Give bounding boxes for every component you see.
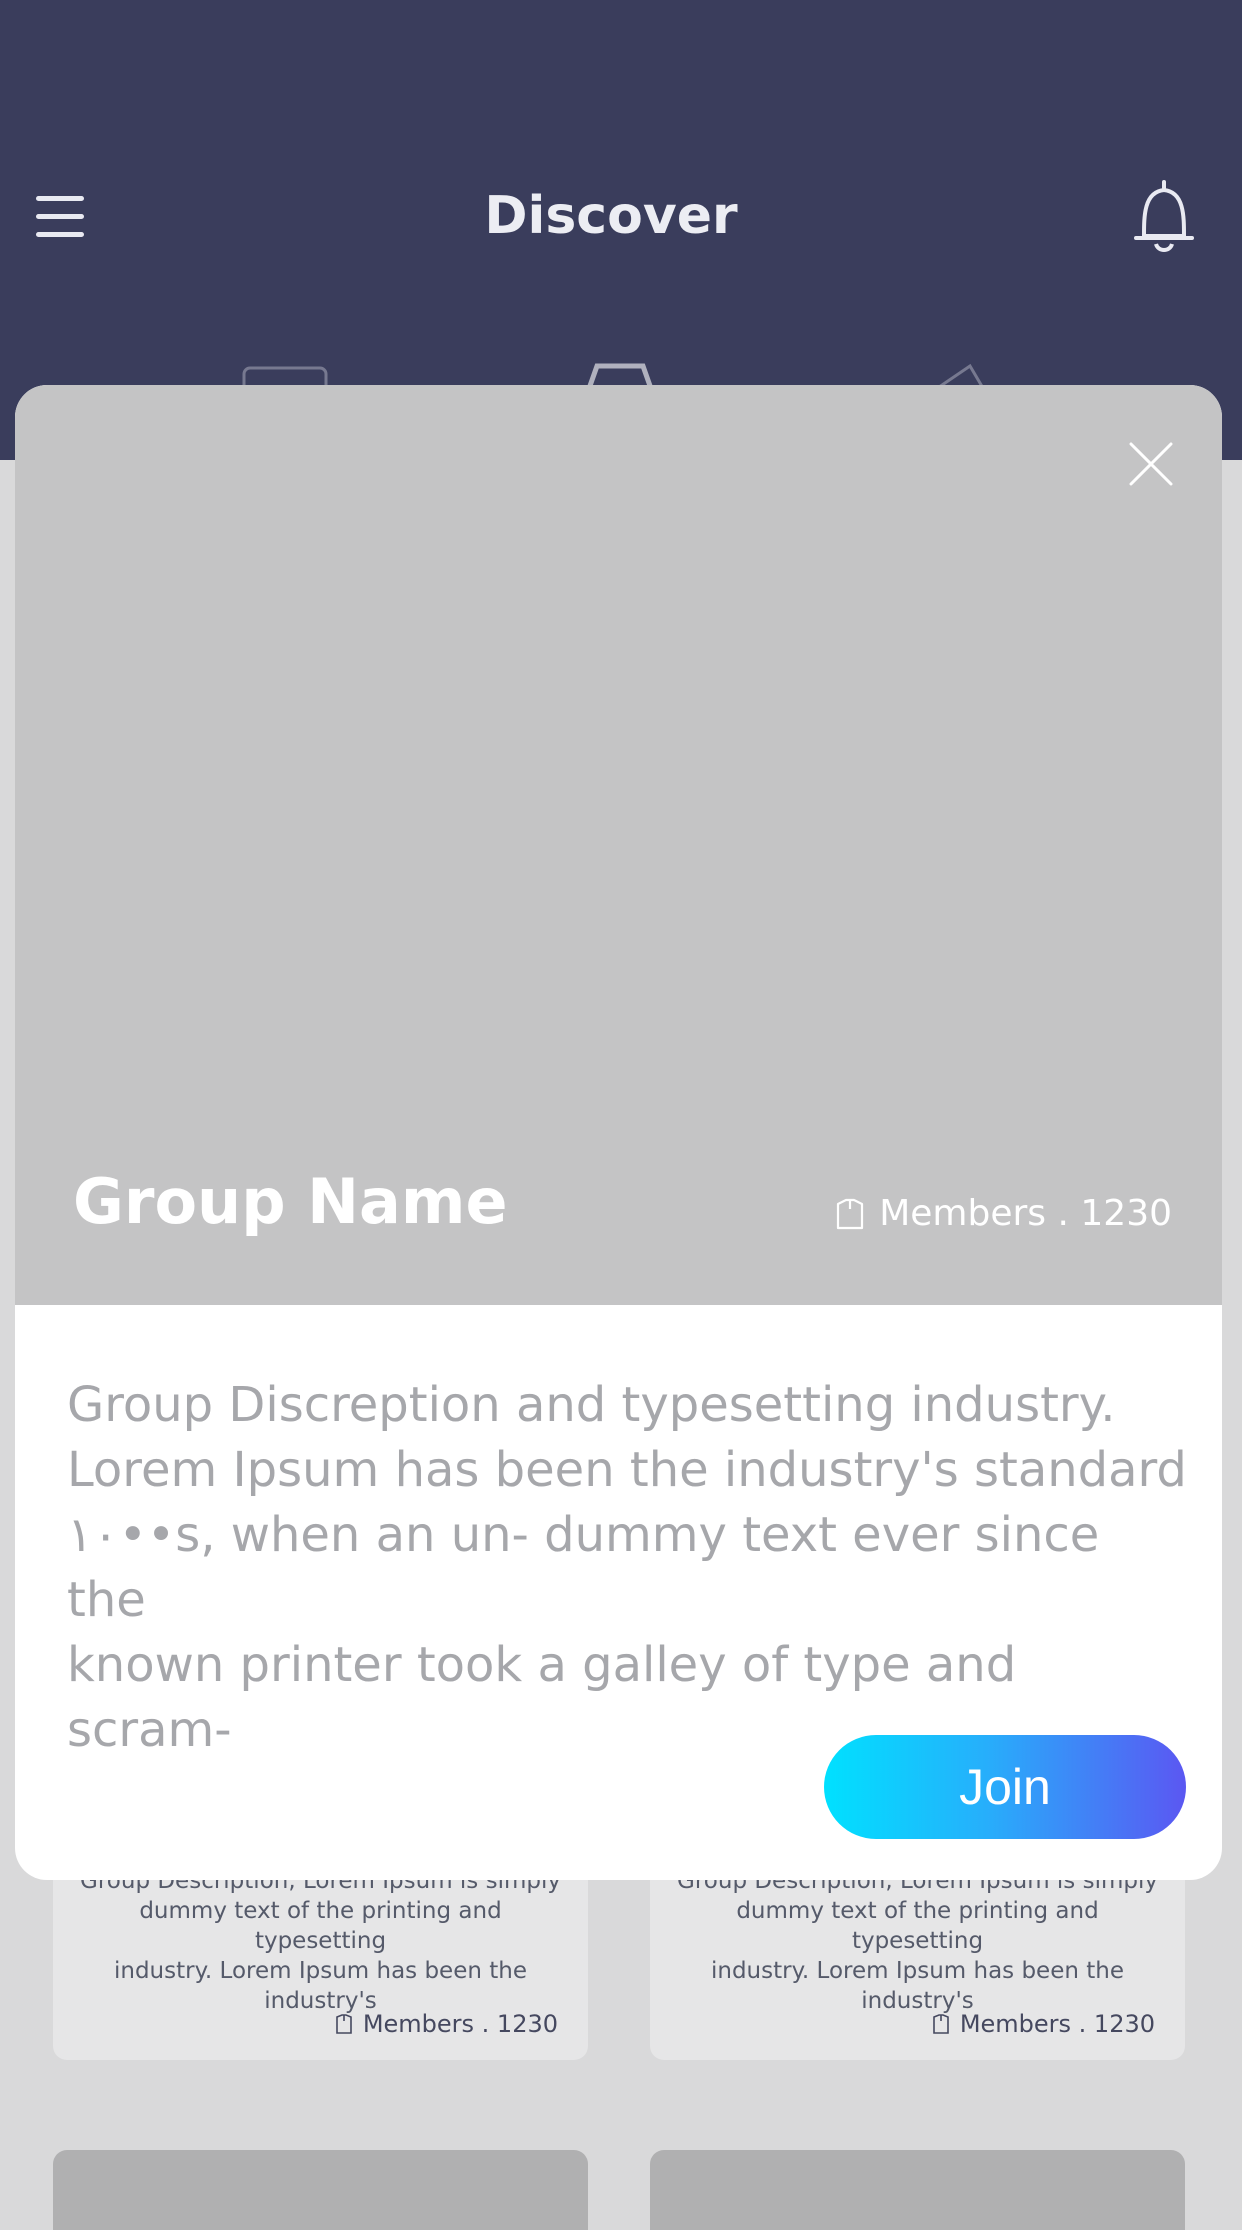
shirt-icon: [837, 1198, 864, 1229]
page-title: Discover: [484, 186, 738, 246]
bell-icon[interactable]: [1132, 176, 1196, 256]
members-count: Members . 1230: [833, 1193, 1172, 1234]
card-members: Members . 1230: [930, 2010, 1155, 2038]
card-description: Group Description, Lorem Ipsum is simply…: [80, 1868, 561, 2014]
shirt-icon: [933, 2014, 949, 2034]
group-card-image[interactable]: [53, 2150, 588, 2230]
card-members: Members . 1230: [333, 2010, 558, 2038]
shirt-icon: [336, 2014, 352, 2034]
group-name: Group Name: [73, 1165, 508, 1238]
card-description: Group Description, Lorem Ipsum is simply…: [677, 1868, 1158, 2014]
close-icon[interactable]: [1128, 441, 1174, 487]
join-button[interactable]: Join: [824, 1735, 1186, 1839]
group-card-image[interactable]: [650, 2150, 1185, 2230]
group-cover-image: Group Name Members . 1230: [15, 385, 1222, 1305]
group-detail-modal: Group Name Members . 1230 Group Discrept…: [15, 385, 1222, 1880]
group-description: Group Discreption and typesetting indust…: [67, 1377, 1187, 1758]
